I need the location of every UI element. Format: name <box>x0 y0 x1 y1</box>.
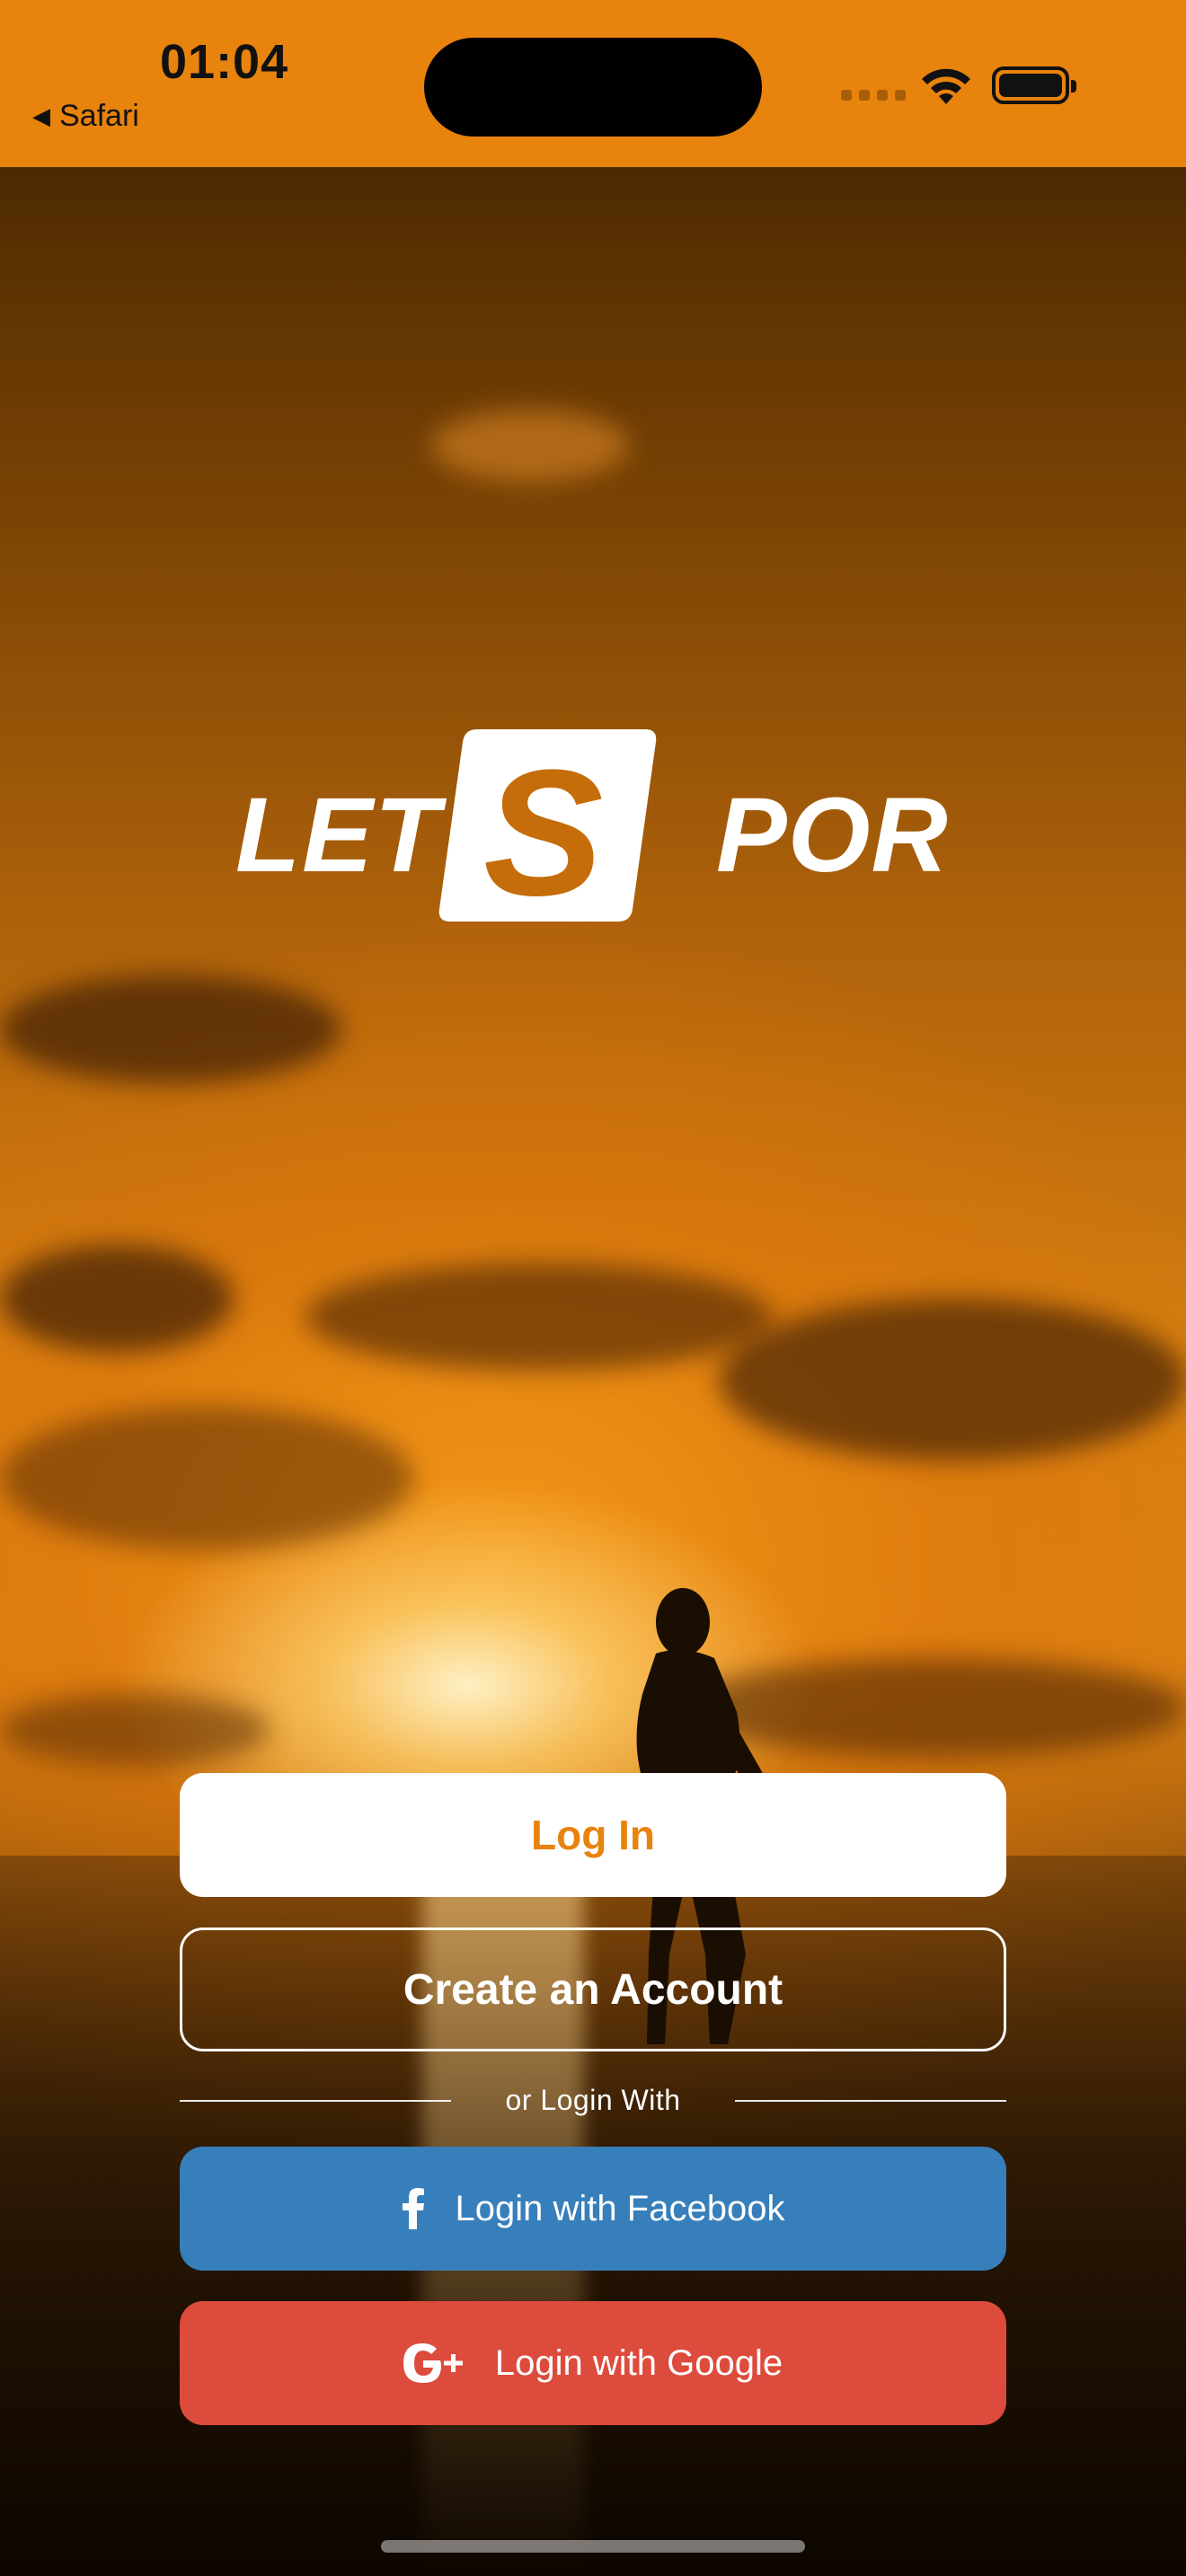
facebook-login-button[interactable]: Login with Facebook <box>180 2147 1006 2271</box>
facebook-icon <box>402 2188 425 2229</box>
letsport-logo: LET’ PORT S <box>235 729 949 933</box>
battery-icon <box>992 66 1076 104</box>
back-triangle-icon: ◀ <box>32 102 50 129</box>
google-plus-icon <box>403 2343 465 2383</box>
svg-text:PORT: PORT <box>716 776 949 895</box>
create-account-button[interactable]: Create an Account <box>180 1928 1006 2051</box>
status-bar: 01:04 ◀ Safari <box>0 0 1186 167</box>
divider-line-left <box>180 2100 451 2102</box>
wifi-icon <box>922 68 970 104</box>
status-time: 01:04 <box>160 35 289 89</box>
facebook-login-label: Login with Facebook <box>455 2188 785 2228</box>
svg-text:S: S <box>483 733 603 933</box>
login-button-label: Log In <box>531 1812 655 1858</box>
create-account-label: Create an Account <box>403 1965 783 2014</box>
svg-text:LET’: LET’ <box>235 776 473 895</box>
divider-text: or Login With <box>505 2083 681 2116</box>
cellular-signal-icon <box>841 90 906 101</box>
back-to-safari-link[interactable]: ◀ Safari <box>32 99 139 134</box>
login-with-divider: or Login With <box>180 2082 1006 2118</box>
home-indicator[interactable] <box>381 2540 805 2553</box>
google-login-label: Login with Google <box>494 2342 783 2383</box>
back-app-label: Safari <box>59 99 139 133</box>
google-login-button[interactable]: Login with Google <box>180 2301 1006 2425</box>
dynamic-island <box>424 38 762 137</box>
login-button[interactable]: Log In <box>180 1773 1006 1897</box>
divider-line-right <box>735 2100 1006 2102</box>
